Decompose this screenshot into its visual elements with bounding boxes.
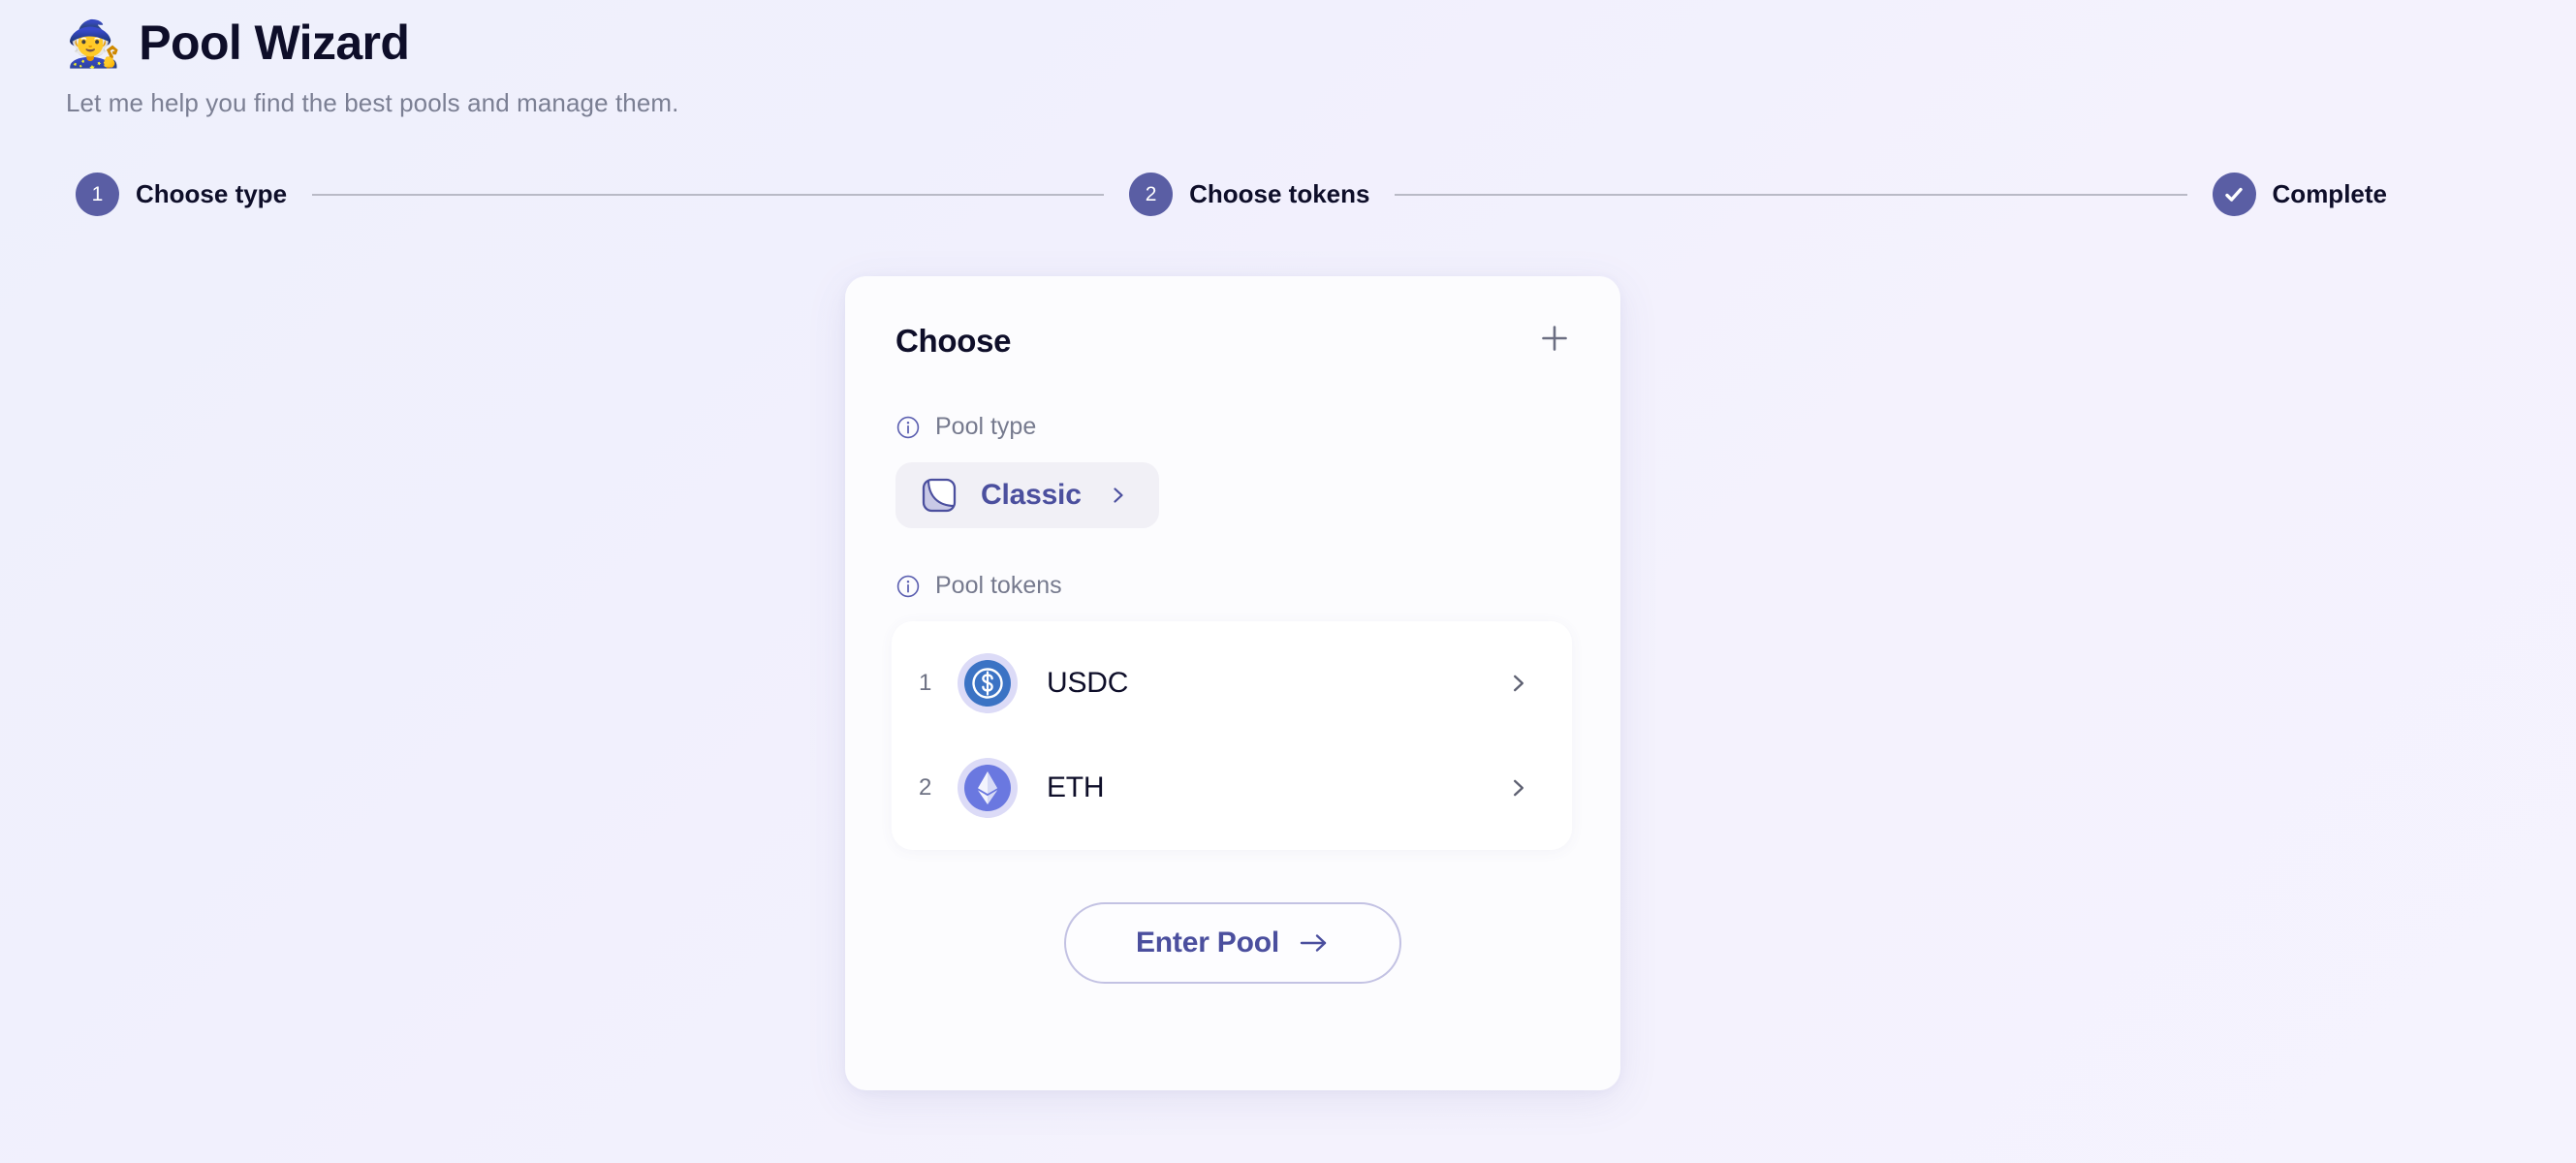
- page-subtitle: Let me help you find the best pools and …: [66, 87, 679, 117]
- chevron-right-icon: [1513, 675, 1524, 692]
- add-button[interactable]: [1533, 317, 1576, 360]
- card-title: Choose: [895, 323, 1012, 359]
- token-index: 1: [919, 670, 932, 696]
- pool-tokens-label: Pool tokens: [935, 572, 1062, 599]
- token-avatar: [958, 653, 1018, 713]
- wizard-stepper: 1 Choose type 2 Choose tokens Complete: [76, 173, 2387, 216]
- pool-type-row: Classic: [895, 462, 1570, 528]
- info-icon: [896, 416, 920, 438]
- chevron-right-icon: [1114, 487, 1123, 503]
- token-symbol: ETH: [1047, 771, 1105, 803]
- pool-type-label: Pool type: [935, 413, 1037, 440]
- enter-pool-button[interactable]: Enter Pool: [1063, 902, 1401, 984]
- step-choose-type[interactable]: 1 Choose type: [76, 173, 287, 216]
- arrow-right-icon: [1300, 934, 1327, 952]
- enter-pool-label: Enter Pool: [1135, 927, 1279, 959]
- chevron-right-icon: [1513, 779, 1524, 797]
- step-3-label: Complete: [2272, 179, 2387, 208]
- step-complete[interactable]: Complete: [2212, 173, 2387, 216]
- info-icon: [896, 575, 920, 597]
- step-choose-tokens[interactable]: 2 Choose tokens: [1129, 173, 1369, 216]
- step-connector-1: [312, 193, 1105, 196]
- step-connector-2: [1395, 193, 2187, 196]
- choose-card: Choose Pool type Classic Pool tokens 1 U…: [845, 276, 1620, 1090]
- card-header: Choose: [895, 323, 1570, 369]
- step-2-label: Choose tokens: [1189, 179, 1370, 208]
- pool-wizard-page: 🧙 Pool Wizard Let me help you find the b…: [0, 0, 2576, 1163]
- cta-row: Enter Pool: [895, 902, 1570, 984]
- pool-type-selector[interactable]: Classic: [895, 462, 1159, 528]
- wizard-emoji-icon: 🧙: [66, 18, 122, 70]
- step-1-badge: 1: [76, 173, 119, 216]
- plus-icon: [1542, 326, 1567, 351]
- page-title: Pool Wizard: [139, 16, 410, 70]
- step-3-badge: [2212, 173, 2256, 216]
- pool-type-label-row: Pool type: [895, 413, 1570, 441]
- token-row[interactable]: 1 USDC: [892, 631, 1572, 736]
- step-2-badge: 2: [1129, 173, 1174, 216]
- token-list: 1 USDC 2 ETH: [892, 621, 1572, 850]
- eth-token-icon: [964, 765, 1011, 811]
- classic-pool-icon: [922, 478, 957, 513]
- title-row: 🧙 Pool Wizard: [66, 17, 2508, 69]
- pool-type-value: Classic: [981, 479, 1082, 511]
- step-1-label: Choose type: [136, 179, 288, 208]
- check-icon: [2225, 187, 2243, 202]
- token-index: 2: [919, 774, 932, 801]
- pool-tokens-label-row: Pool tokens: [895, 572, 1570, 600]
- page-header: 🧙 Pool Wizard Let me help you find the b…: [66, 17, 2508, 118]
- token-symbol: USDC: [1047, 667, 1129, 699]
- usdc-token-icon: [964, 660, 1011, 707]
- token-row[interactable]: 2 ETH: [892, 736, 1572, 840]
- token-avatar: [958, 758, 1018, 818]
